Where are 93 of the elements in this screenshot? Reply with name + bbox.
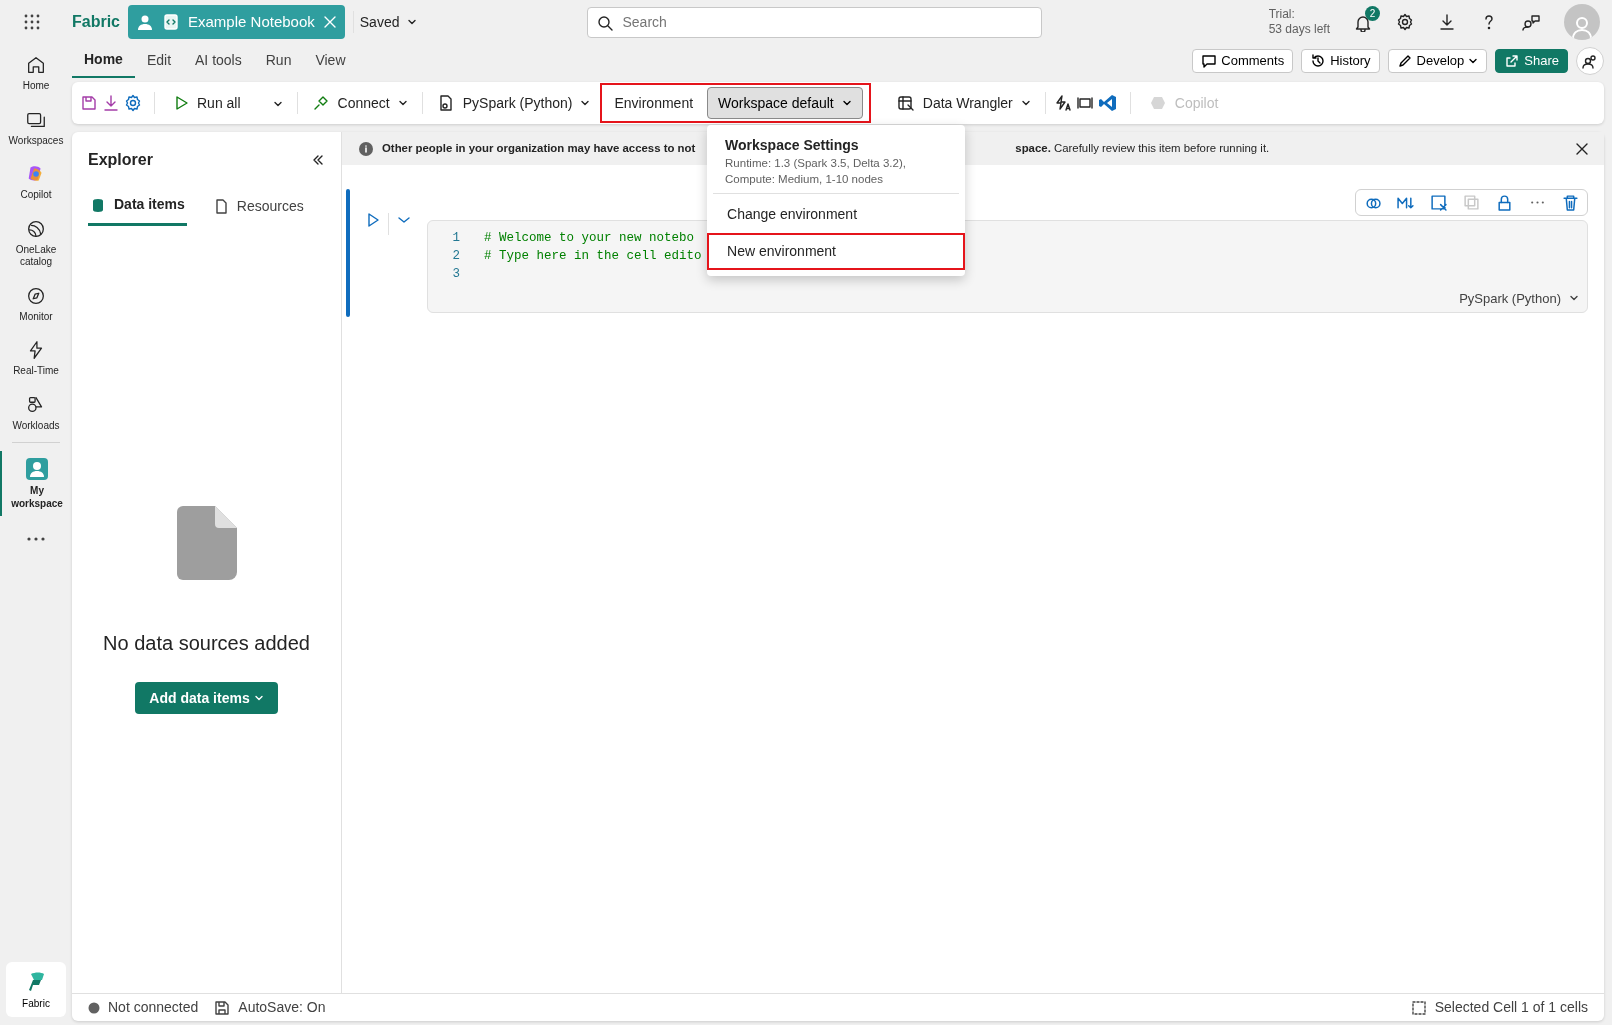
banner-text: space. Carefully review this item before running it.	[1015, 140, 1270, 156]
comments-button[interactable]: Comments	[1192, 49, 1294, 73]
banner-text: Other people in your organization may have access to not	[382, 140, 696, 156]
search-field[interactable]: Search	[587, 6, 1043, 38]
line-number: 3	[451, 266, 460, 283]
ribbon-tab[interactable]: AI tools	[183, 45, 254, 77]
explorer-tab[interactable]: Resources	[210, 188, 306, 226]
ribbon-tab[interactable]: Run	[253, 45, 304, 77]
more-icon[interactable]	[26, 536, 46, 542]
ribbon-tab[interactable]: Edit	[134, 45, 184, 77]
download-icon[interactable]	[1438, 13, 1456, 31]
ribbon-tab[interactable]: View	[303, 45, 358, 77]
language-dropdown[interactable]: PySpark (Python)	[430, 88, 597, 118]
app-launcher-icon[interactable]	[22, 12, 42, 32]
chevron-down-icon	[253, 693, 264, 703]
rail-item[interactable]: Workspaces	[0, 102, 72, 153]
play-icon	[173, 95, 189, 111]
environment-dropdown[interactable]: Workspace default	[707, 87, 863, 119]
code-comment: # Welcome to your new notebo	[484, 230, 695, 247]
frame-icon[interactable]	[1075, 94, 1094, 112]
rail-item[interactable]: OneLake catalog	[0, 211, 72, 275]
trash-icon[interactable]	[1562, 194, 1579, 211]
selection-status: Selected Cell 1 of 1 cells	[1410, 997, 1588, 1018]
chevron-down-icon	[580, 98, 591, 108]
empty-state-message: No data sources added	[103, 631, 310, 656]
lock-icon[interactable]	[1496, 194, 1513, 211]
cell-language-dropdown[interactable]: PySpark (Python)	[1451, 288, 1587, 312]
ribbon-tab[interactable]: Home	[72, 44, 135, 78]
share-icon	[1504, 53, 1521, 69]
save-icon	[214, 999, 231, 1016]
save-status-dropdown[interactable]: Saved	[353, 7, 424, 37]
close-icon[interactable]	[1576, 142, 1588, 155]
trial-days-left: 53 days left	[1268, 22, 1330, 37]
chevron-down-icon	[397, 98, 408, 108]
app-name: Fabric	[72, 12, 120, 32]
environment-label: Environment	[613, 93, 695, 113]
fabric-home-button[interactable]: Fabric	[6, 962, 66, 1017]
rail-item[interactable]: Real-Time	[0, 333, 72, 384]
autosave-status: AutoSave: On	[214, 997, 326, 1018]
menu-item[interactable]: New environment	[707, 233, 966, 271]
explorer-tab[interactable]: Data items	[88, 188, 187, 226]
code-editor-icon[interactable]	[1097, 93, 1118, 113]
menu-header: Workspace Settings	[724, 136, 860, 155]
run-all-button[interactable]: Run all	[167, 88, 247, 118]
search-icon	[597, 14, 614, 31]
code-comment: # Type here in the cell edito	[484, 248, 702, 265]
pencil-icon	[1396, 53, 1413, 69]
database-icon	[90, 196, 106, 213]
info-icon	[358, 140, 374, 157]
line-number: 1	[451, 230, 460, 247]
feedback-icon[interactable]	[1522, 13, 1540, 31]
chevron-down-icon	[841, 98, 852, 108]
chevron-down-icon	[1468, 56, 1479, 66]
person-icon	[136, 13, 154, 31]
people-button[interactable]	[1576, 47, 1604, 75]
add-data-items-button[interactable]: Add data items	[135, 682, 278, 714]
selection-icon	[1410, 999, 1427, 1016]
rail-item[interactable]: Workloads	[0, 387, 72, 438]
develop-button[interactable]: Develop	[1387, 49, 1488, 73]
markdown-icon[interactable]	[1397, 194, 1414, 211]
house-icon	[25, 54, 47, 76]
person-silhouette-icon	[1571, 14, 1593, 40]
notebook-icon	[162, 13, 180, 31]
run-cell-icon[interactable]	[366, 213, 380, 227]
trial-label: Trial:	[1268, 7, 1296, 22]
status-dot-icon	[88, 1001, 100, 1014]
rail-item[interactable]: Monitor	[0, 278, 72, 329]
collapse-icon[interactable]	[311, 153, 325, 167]
notification-badge: 2	[1365, 5, 1380, 21]
bell-icon[interactable]	[1354, 13, 1372, 32]
file-icon	[176, 506, 237, 580]
menu-detail: Runtime: 1.3 (Spark 3.5, Delta 3.2),	[724, 156, 907, 171]
rail-item[interactable]: Copilot	[0, 157, 72, 208]
comment-icon	[1201, 53, 1218, 69]
rail-item[interactable]: Home	[0, 48, 72, 99]
connect-dropdown[interactable]: Connect	[305, 88, 414, 118]
translate-icon[interactable]	[1053, 94, 1072, 112]
panel-title: Explorer	[88, 150, 153, 170]
clear-output-icon[interactable]	[1430, 194, 1447, 211]
table-wand-icon	[896, 94, 915, 112]
line-number: 2	[451, 248, 460, 265]
person-icon	[25, 457, 49, 481]
save-icon[interactable]	[80, 94, 98, 112]
history-button[interactable]: History	[1301, 49, 1380, 73]
connection-status: Not connected	[88, 997, 199, 1018]
history-icon	[1310, 53, 1327, 69]
data-wrangler-dropdown[interactable]: Data Wrangler	[890, 88, 1037, 118]
share-button[interactable]: Share	[1495, 49, 1568, 73]
settings-icon[interactable]	[1396, 13, 1414, 31]
people-icon	[1582, 53, 1598, 69]
menu-detail: Compute: Medium, 1-10 nodes	[724, 171, 884, 187]
chevron-down-icon	[407, 17, 418, 27]
chevron-down-icon	[1020, 98, 1031, 108]
